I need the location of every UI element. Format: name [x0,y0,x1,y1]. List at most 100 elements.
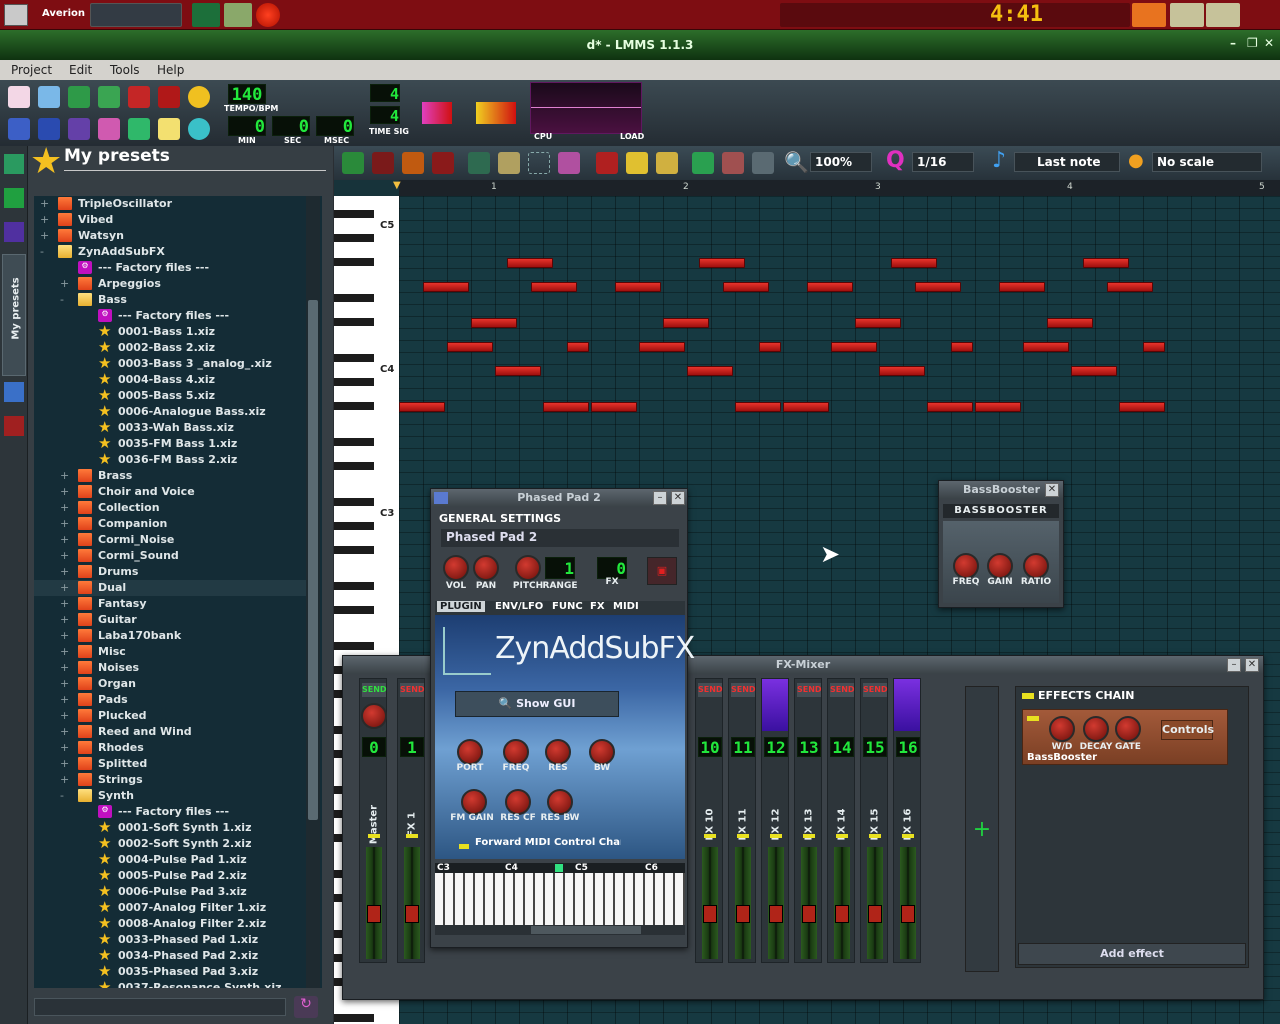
tree-row[interactable]: + Guitar [34,612,306,628]
effect-controls-button[interactable]: Controls [1161,720,1214,740]
note[interactable] [471,318,517,328]
tab-plugin[interactable]: PLUGIN [437,601,485,612]
task-recorder[interactable] [1206,3,1240,27]
add-channel-button[interactable]: + [965,686,999,972]
note[interactable] [855,318,901,328]
zoom-select[interactable]: 100% [810,152,872,172]
channel-name[interactable]: FX 14 [837,799,848,851]
piano-roll-icon[interactable] [68,118,90,140]
time-sig-denominator[interactable]: 4 [370,106,400,125]
tree-row[interactable]: + Strings [34,772,306,788]
fader-handle[interactable] [769,905,783,923]
channel-name[interactable]: FX 13 [804,799,815,851]
volume-fader[interactable] [900,847,916,959]
expand-toggle-icon[interactable]: + [60,517,69,530]
bassbooster-close-icon[interactable]: ✕ [1045,483,1059,497]
black-key[interactable] [334,294,374,302]
black-key[interactable] [334,582,374,590]
instrument-close-icon[interactable]: ✕ [671,491,685,505]
note[interactable] [1107,282,1153,292]
tree-row[interactable]: + Plucked [34,708,306,724]
tree-row[interactable]: + Dual [34,580,306,596]
note-length-select[interactable]: Last note [1014,152,1120,172]
note[interactable] [1083,258,1129,268]
mute-led[interactable] [836,834,848,838]
rewind-icon[interactable] [752,152,774,174]
black-key[interactable] [334,522,374,530]
res-bw-knob[interactable] [547,789,573,815]
pan-knob[interactable] [473,555,499,581]
effects-chain-toggle[interactable] [1022,693,1034,699]
tree-row[interactable]: + Reed and Wind [34,724,306,740]
tree-row[interactable]: + Misc [34,644,306,660]
fm-gain-knob[interactable] [461,789,487,815]
note[interactable] [615,282,661,292]
kb-base-note-marker[interactable] [555,864,563,872]
note[interactable] [1071,366,1117,376]
mixer-channel[interactable]: SEND12FX 12 [761,678,789,963]
home-tab-icon[interactable] [4,382,24,402]
task-window-box[interactable] [90,3,182,27]
effect-decay-knob[interactable] [1083,716,1109,742]
tree-row[interactable]: ★ 0004-Pulse Pad 1.xiz [34,852,306,868]
channel-name[interactable]: Master [369,799,380,851]
record-play-icon[interactable] [402,152,424,174]
note[interactable] [879,366,925,376]
black-key[interactable] [334,498,374,506]
tree-row[interactable]: - ZynAddSubFX [34,244,306,260]
note[interactable] [759,342,781,352]
send-button[interactable]: SEND [863,683,888,697]
select-mode-icon[interactable] [528,152,550,174]
volume-fader[interactable] [834,847,850,959]
tree-row[interactable]: ★ 0034-Phased Pad 2.xiz [34,948,306,964]
black-key[interactable] [334,318,374,326]
note[interactable] [543,402,589,412]
show-gui-button[interactable]: 🔍 Show GUI [455,691,619,717]
projects-tab-icon[interactable] [4,188,24,208]
note[interactable] [567,342,589,352]
note[interactable] [999,282,1045,292]
tree-row[interactable]: + Cormi_Sound [34,548,306,564]
tree-row[interactable]: ★ 0006-Pulse Pad 3.xiz [34,884,306,900]
filter-input[interactable] [34,998,286,1016]
fader-handle[interactable] [405,905,419,923]
tab-env-lfo[interactable]: ENV/LFO [495,601,543,612]
copy-icon[interactable] [626,152,648,174]
effect-wd-knob[interactable] [1049,716,1075,742]
channel-name[interactable]: FX 16 [903,799,914,851]
minimize-icon[interactable]: – [1230,36,1236,50]
note[interactable] [699,258,745,268]
expand-toggle-icon[interactable]: + [60,757,69,770]
tree-row[interactable]: - Synth [34,788,306,804]
menu-edit[interactable]: Edit [69,63,92,77]
paste-icon[interactable] [656,152,678,174]
master-volume-slider[interactable] [422,102,452,124]
expand-toggle-icon[interactable]: + [60,533,69,546]
black-key[interactable] [334,642,374,650]
expand-toggle-icon[interactable]: + [60,661,69,674]
black-key[interactable] [334,438,374,446]
stop-behaviour-icon[interactable] [722,152,744,174]
mute-led[interactable] [368,834,380,838]
tab-func[interactable]: FUNC [552,601,583,612]
channel-name[interactable]: FX 1 [407,799,418,851]
expand-toggle-icon[interactable]: + [40,229,49,242]
tree-row[interactable]: ★ 0001-Soft Synth 1.xiz [34,820,306,836]
volume-fader[interactable] [702,847,718,959]
mute-led[interactable] [737,834,749,838]
tree-row[interactable]: + Noises [34,660,306,676]
menu-tools[interactable]: Tools [110,63,140,77]
effect-enable-led[interactable] [1027,716,1039,721]
playhead-marker[interactable]: ▼ [393,180,401,191]
save-project-icon[interactable] [128,86,150,108]
loop-icon[interactable] [692,152,714,174]
expand-toggle-icon[interactable]: + [60,549,69,562]
task-files[interactable] [1170,3,1204,27]
bb-gain-knob[interactable] [987,553,1013,579]
whats-this-icon[interactable] [188,86,210,108]
send-button[interactable]: SEND [797,683,822,697]
volume-fader[interactable] [768,847,784,959]
refresh-icon[interactable]: ↻ [294,996,318,1018]
mixer-channel[interactable]: SEND 11 FX 11 [728,678,756,963]
note[interactable] [723,282,769,292]
